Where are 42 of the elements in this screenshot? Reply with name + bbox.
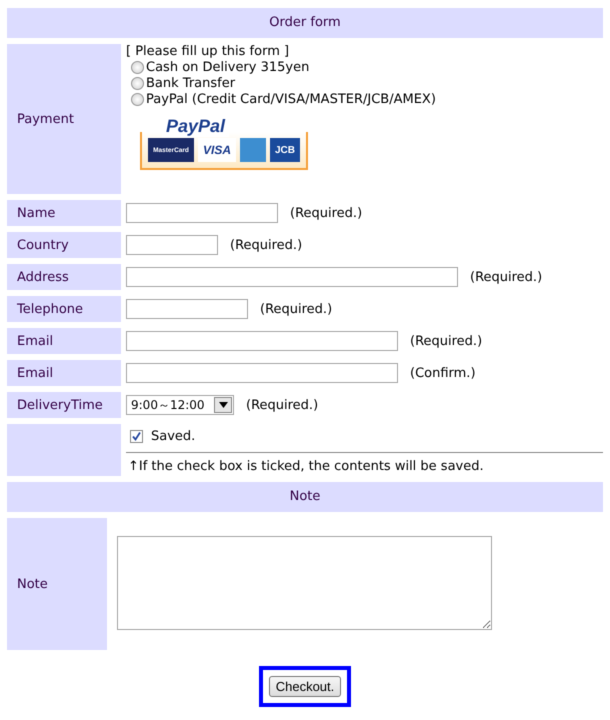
- radio-label: PayPal (Credit Card/VISA/MASTER/JCB/AMEX): [146, 92, 436, 107]
- note-textarea[interactable]: [117, 536, 492, 630]
- select-field[interactable]: 9:00～12:00: [126, 395, 234, 415]
- field-hint: (Required.): [470, 270, 542, 284]
- field-label: Payment: [7, 44, 121, 194]
- field-label: Email: [7, 360, 121, 386]
- checkbox-label: Saved.: [151, 428, 196, 444]
- logo-title: PayPal: [162, 116, 230, 137]
- text-input[interactable]: [126, 203, 278, 223]
- field-label: DeliveryTime: [7, 392, 121, 418]
- field-hint: (Required.): [230, 238, 302, 252]
- field-hint: (Required.): [290, 206, 362, 220]
- field-hint: (Confirm.): [410, 366, 476, 380]
- radio-button[interactable]: [131, 93, 144, 106]
- card-icon: [240, 138, 266, 162]
- save-note: ↑If the check box is ticked, the contents will be saved.: [127, 458, 485, 476]
- dropdown-arrow-icon: [218, 402, 228, 408]
- field-label: Email: [7, 328, 121, 354]
- radio-label: Cash on Delivery 315yen: [146, 60, 310, 75]
- card-logo: VISA: [198, 138, 236, 162]
- field-label: Note: [7, 518, 107, 650]
- field-label: Country: [7, 232, 121, 258]
- checkout-button[interactable]: Checkout.: [268, 676, 342, 697]
- field-label: Address: [7, 264, 121, 290]
- radio-label: Bank Transfer: [146, 76, 236, 91]
- card-logo: JCB: [270, 138, 300, 162]
- text-input[interactable]: [126, 363, 398, 383]
- text-input[interactable]: [126, 235, 218, 255]
- checkbox[interactable]: [130, 430, 143, 442]
- field-hint: (Required.): [410, 334, 482, 348]
- text-input[interactable]: [126, 267, 458, 287]
- field-hint: (Required.): [246, 398, 318, 412]
- field-hint: (Required.): [260, 302, 332, 316]
- text-input[interactable]: [126, 299, 248, 319]
- section-header: Note: [7, 482, 603, 512]
- field-label: Telephone: [7, 296, 121, 322]
- section-header: Order form: [7, 8, 603, 38]
- radio-button[interactable]: [131, 61, 144, 74]
- field-label: Name: [7, 200, 121, 226]
- text-input[interactable]: [126, 331, 398, 351]
- form-instruction: [ Please fill up this form ]: [126, 44, 290, 59]
- radio-button[interactable]: [131, 77, 144, 90]
